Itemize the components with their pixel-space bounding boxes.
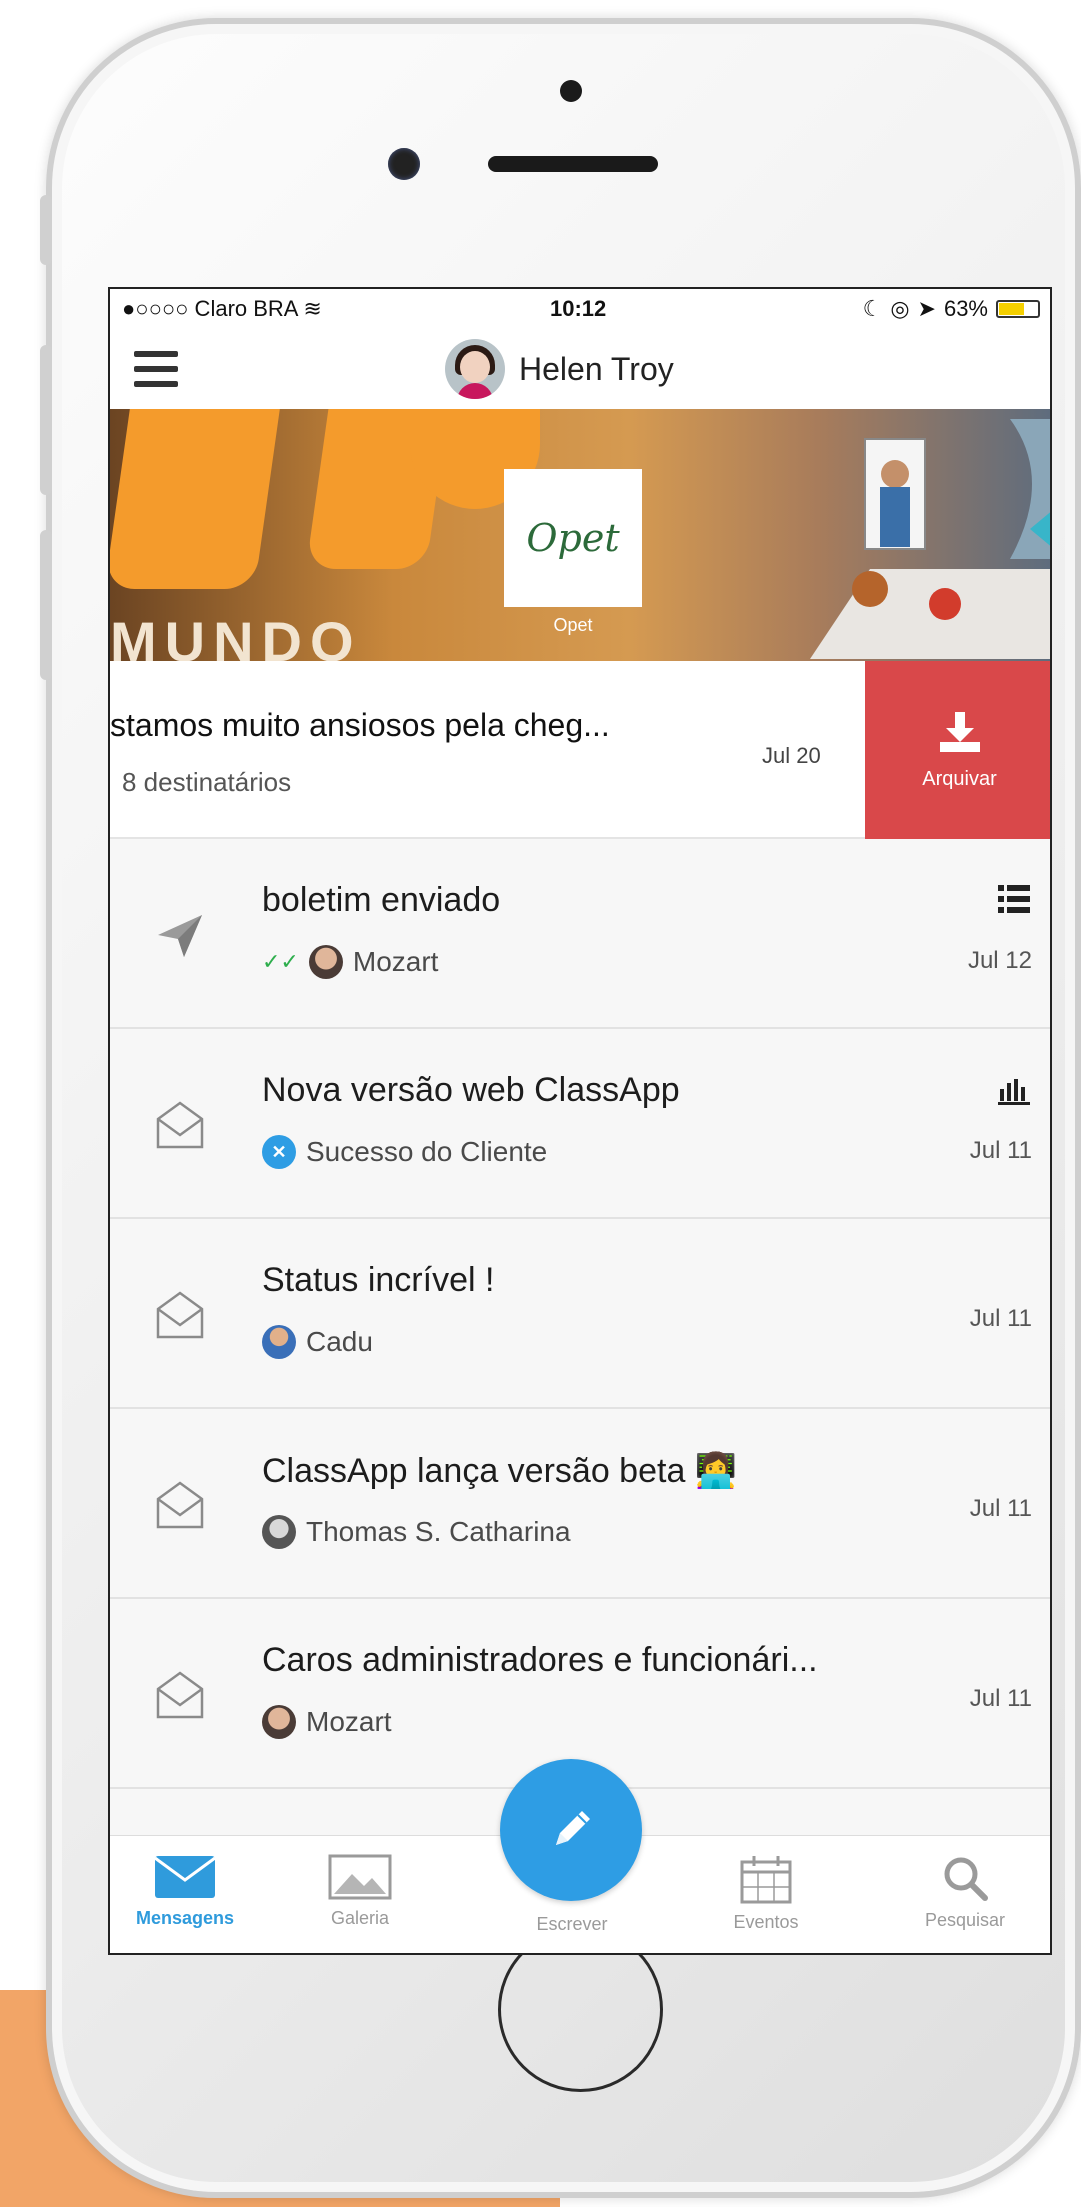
banner-illustration <box>810 419 1050 659</box>
hamburger-menu-icon[interactable] <box>134 351 178 387</box>
envelope-open-icon <box>156 1101 204 1149</box>
message-date: Jul 11 <box>969 1495 1032 1522</box>
message-sender: ✕ Sucesso do Cliente <box>262 1135 547 1169</box>
paper-plane-icon <box>158 915 202 957</box>
calendar-icon <box>740 1856 792 1904</box>
archive-download-icon <box>939 711 980 752</box>
tab-compose[interactable]: Escrever <box>497 1914 647 1935</box>
message-title: Caros administradores e funcionári... <box>262 1641 818 1679</box>
banner-word: MUNDO <box>110 610 362 661</box>
status-right: ☾ ◎ ➤ 63% <box>863 296 1040 322</box>
sender-avatar <box>262 1325 296 1359</box>
message-title: boletim enviado <box>262 881 501 919</box>
top-nav-bar: Helen Troy <box>110 329 1050 409</box>
profile-name: Helen Troy <box>519 350 674 387</box>
message-date: Jul 11 <box>969 1305 1032 1332</box>
list-item[interactable]: Status incrível ! Cadu Jul 11 <box>110 1219 1050 1409</box>
bar-chart-icon <box>998 1075 1030 1110</box>
tab-gallery[interactable]: Galeria <box>285 1854 435 1929</box>
volume-down-button <box>40 530 52 680</box>
earpiece-speaker <box>488 156 658 172</box>
message-sender: Cadu <box>262 1325 373 1359</box>
list-item[interactable]: ClassApp lança versão beta 👩‍💻 Thomas S.… <box>110 1409 1050 1599</box>
recipients-count: 8 destinatários <box>122 767 292 797</box>
message-date: Jul 11 <box>969 1685 1032 1712</box>
pencil-icon <box>556 1811 590 1845</box>
sender-avatar <box>262 1515 296 1549</box>
front-camera <box>388 148 420 180</box>
wifi-icon: ≋ <box>303 296 322 321</box>
tab-messages[interactable]: Mensagens <box>110 1854 260 1929</box>
envelope-open-icon <box>156 1481 204 1529</box>
battery-icon <box>996 300 1040 318</box>
battery-level <box>999 303 1025 315</box>
message-sender: ✓✓ Mozart <box>262 945 439 979</box>
list-item[interactable]: boletim enviado ✓✓ Mozart Jul 12 <box>110 839 1050 1029</box>
profile-switcher[interactable]: Helen Troy <box>445 339 674 399</box>
message-sender: Thomas S. Catharina <box>262 1515 571 1549</box>
envelope-open-icon <box>156 1671 204 1719</box>
message-date: Jul 12 <box>967 947 1032 974</box>
message-title: stamos muito ansiosos pela cheg... <box>110 707 610 743</box>
organization-banner: MUNDO Opet Opet <box>110 409 1050 661</box>
sender-avatar <box>308 945 343 979</box>
lock-rotation-icon: ◎ <box>890 296 910 321</box>
location-icon: ➤ <box>917 296 936 321</box>
envelope-icon <box>154 1856 216 1898</box>
list-icon <box>998 885 1030 918</box>
list-item[interactable]: Nova versão web ClassApp ✕ Sucesso do Cl… <box>110 1029 1050 1219</box>
archive-button[interactable]: Arquivar <box>865 661 1050 839</box>
organization-logo[interactable]: Opet <box>504 469 642 607</box>
message-title: Nova versão web ClassApp <box>262 1071 680 1109</box>
message-title: ClassApp lança versão beta 👩‍💻 <box>262 1452 738 1490</box>
image-icon <box>328 1854 392 1900</box>
organization-name: Opet <box>553 615 593 635</box>
avatar <box>445 339 505 399</box>
banner-letter-shape <box>110 409 286 589</box>
battery-percent: 63% <box>943 296 988 321</box>
swiped-message-row[interactable]: stamos muito ansiosos pela cheg... 8 des… <box>110 661 1050 839</box>
sender-avatar <box>262 1705 296 1739</box>
message-sender: Mozart <box>262 1705 392 1739</box>
message-date: Jul 11 <box>969 1137 1032 1164</box>
tab-events[interactable]: Eventos <box>691 1854 841 1933</box>
envelope-open-icon <box>156 1291 204 1339</box>
app-screen: ●○○○○ Claro BRA ≋ 10:12 ☾ ◎ ➤ 63% Helen … <box>108 287 1052 1955</box>
clock: 10:12 <box>550 296 607 321</box>
volume-up-button <box>40 345 52 495</box>
double-check-icon: ✓✓ <box>262 949 299 974</box>
compose-button[interactable] <box>500 1759 642 1901</box>
carrier-label: ●○○○○ Claro BRA ≋ <box>122 296 322 321</box>
tab-search[interactable]: Pesquisar <box>890 1854 1040 1931</box>
message-title: Status incrível ! <box>262 1261 495 1299</box>
mute-switch <box>40 195 52 265</box>
moon-icon: ☾ <box>862 296 883 321</box>
message-date: Jul 20 <box>762 743 821 768</box>
sender-avatar: ✕ <box>262 1135 296 1169</box>
status-bar: ●○○○○ Claro BRA ≋ 10:12 ☾ ◎ ➤ 63% <box>110 289 1050 329</box>
search-icon <box>944 1857 988 1901</box>
proximity-sensor <box>560 80 582 102</box>
